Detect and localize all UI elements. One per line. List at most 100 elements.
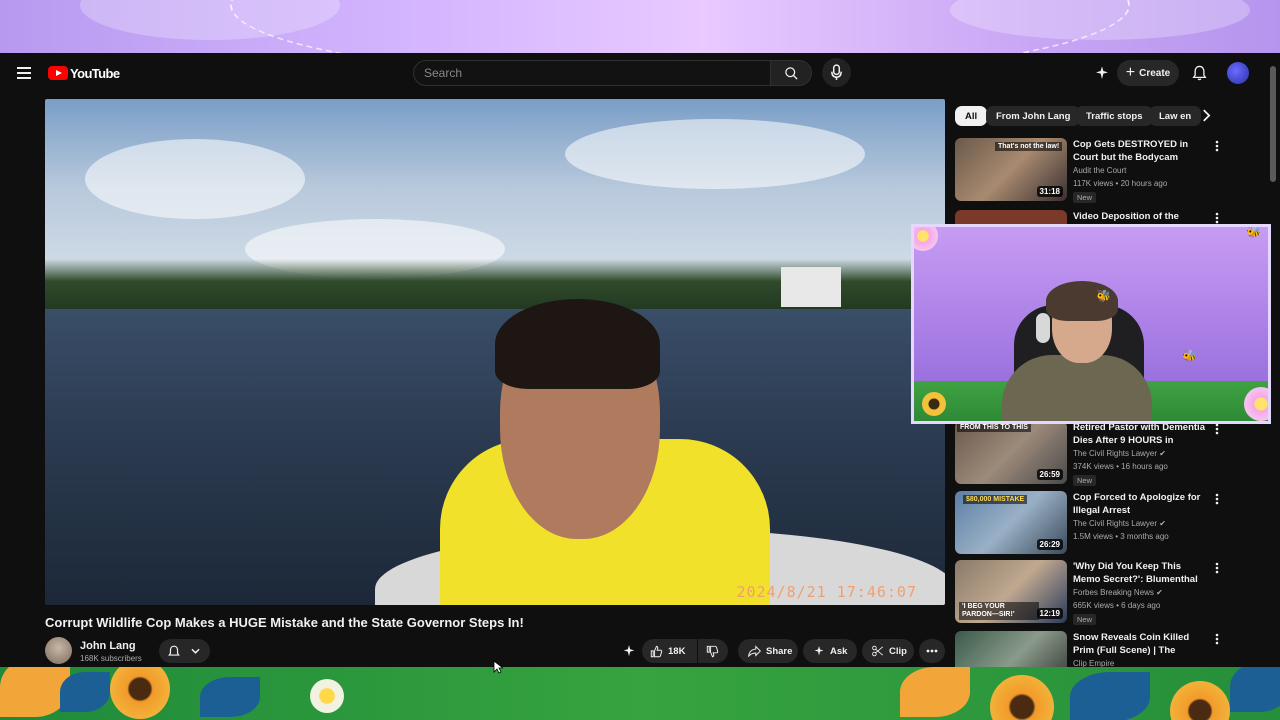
video-duration: 26:59 [1036, 469, 1063, 480]
microphone-icon [831, 64, 842, 80]
chip-all[interactable]: All [955, 106, 988, 126]
masthead: YouTube + Create [0, 53, 1280, 182]
like-count: 18K [668, 645, 686, 657]
video-thumbnail[interactable] [955, 631, 1067, 667]
new-badge: New [1073, 614, 1097, 625]
video-duration: 31:18 [1036, 186, 1063, 197]
scissors-icon [872, 645, 884, 657]
account-avatar[interactable] [1227, 62, 1249, 84]
list-item[interactable]: Video Deposition of the [955, 210, 1255, 224]
flower-decoration [1244, 387, 1268, 421]
channel-name[interactable]: Clip Empire [1073, 659, 1114, 667]
overlay-frame-bottom [0, 667, 1280, 720]
video-title[interactable]: Video Deposition of the [1073, 210, 1208, 223]
video-player[interactable]: 2024/8/21 17:46:07 [45, 99, 945, 605]
video-title: Corrupt Wildlife Cop Makes a HUGE Mistak… [45, 615, 524, 630]
video-thumbnail[interactable]: That's not the law! 31:18 [955, 138, 1067, 201]
search-box [413, 60, 771, 86]
list-item[interactable]: 'I BEG YOUR PARDON—SIR!' 12:19 'Why Did … [955, 560, 1255, 625]
chip-from-channel[interactable]: From John Lang [986, 106, 1081, 126]
chip-law-enforcement[interactable]: Law en [1149, 106, 1202, 126]
more-vertical-icon[interactable] [1215, 423, 1219, 435]
channel-avatar[interactable] [45, 637, 72, 664]
flower-decoration [1170, 681, 1230, 720]
bell-icon [168, 645, 180, 656]
clip-button[interactable]: Clip [862, 639, 914, 663]
leaf-decoration [1070, 672, 1150, 720]
more-vertical-icon[interactable] [1215, 493, 1219, 505]
video-title[interactable]: Retired Pastor with Dementia Dies After … [1073, 421, 1208, 447]
video-thumbnail[interactable] [955, 210, 1067, 224]
menu-icon[interactable] [17, 67, 31, 79]
video-timestamp-overlay: 2024/8/21 17:46:07 [736, 583, 917, 601]
new-badge: New [1073, 192, 1097, 203]
video-thumbnail[interactable]: $80,000 MISTAKE 26:29 [955, 491, 1067, 554]
video-thumbnail[interactable]: 'I BEG YOUR PARDON—SIR!' 12:19 [955, 560, 1067, 623]
youtube-logo[interactable]: YouTube [48, 65, 120, 81]
channel-name[interactable]: Audit the Court [1073, 166, 1126, 175]
channel-name[interactable]: The Civil Rights Lawyer ✔ [1073, 449, 1166, 458]
chevron-right-icon[interactable] [1201, 109, 1213, 122]
bee-icon: 🐝 [1096, 289, 1111, 303]
voice-search-button[interactable] [822, 58, 851, 87]
video-title[interactable]: Snow Reveals Coin Killed Prim (Full Scen… [1073, 631, 1208, 657]
leaf-decoration [60, 672, 110, 712]
streamer-webcam-overlay: 🐝 🐝 🐝 [911, 224, 1271, 424]
verified-icon: ✔ [1159, 449, 1166, 458]
search-input[interactable] [414, 61, 770, 85]
video-title[interactable]: Cop Forced to Apologize for Illegal Arre… [1073, 491, 1208, 517]
channel-name[interactable]: Forbes Breaking News ✔ [1073, 588, 1163, 597]
gemini-sparkle-icon[interactable] [622, 644, 636, 658]
leaf-decoration [1230, 667, 1280, 712]
chip-traffic-stops[interactable]: Traffic stops [1076, 106, 1153, 126]
ask-button[interactable]: Ask [803, 639, 857, 663]
more-vertical-icon[interactable] [1215, 562, 1219, 574]
thumbs-up-icon [650, 645, 663, 657]
list-item[interactable]: $80,000 MISTAKE 26:29 Cop Forced to Apol… [955, 491, 1255, 555]
video-meta: 665K views • 6 days ago [1073, 601, 1161, 610]
clip-label: Clip [889, 645, 907, 657]
verified-icon: ✔ [1156, 588, 1163, 597]
channel-name[interactable]: John Lang [80, 640, 136, 652]
thumbnail-caption: $80,000 MISTAKE [963, 495, 1028, 504]
gemini-sparkle-icon[interactable] [1094, 65, 1110, 81]
webcam-streamer [1002, 355, 1152, 421]
page-scrollbar[interactable] [1270, 66, 1276, 182]
list-item[interactable]: That's not the law! 31:18 Cop Gets DESTR… [955, 138, 1255, 203]
list-item[interactable]: Snow Reveals Coin Killed Prim (Full Scen… [955, 631, 1255, 667]
list-item[interactable]: FROM THIS TO THIS 26:59 Retired Pastor w… [955, 421, 1255, 486]
more-vertical-icon[interactable] [1215, 212, 1219, 224]
video-duration: 12:19 [1036, 608, 1063, 619]
share-label: Share [766, 645, 793, 657]
more-vertical-icon[interactable] [1215, 633, 1219, 645]
ask-label: Ask [830, 645, 848, 657]
subscription-notification-button[interactable] [159, 639, 210, 663]
channel-name-text: The Civil Rights Lawyer [1073, 519, 1158, 528]
flower-decoration [922, 392, 946, 416]
new-badge: New [1073, 475, 1097, 486]
video-thumbnail[interactable]: FROM THIS TO THIS 26:59 [955, 421, 1067, 484]
share-button[interactable]: Share [738, 639, 798, 663]
more-actions-button[interactable] [919, 639, 945, 663]
flower-decoration [914, 227, 938, 251]
flower-decoration [310, 679, 344, 713]
thumbs-down-icon [706, 645, 719, 657]
channel-subscriber-count: 168K subscribers [80, 654, 142, 663]
related-filter-chips: All From John Lang Traffic stops Law en [955, 106, 1215, 126]
notifications-bell-icon[interactable] [1192, 65, 1207, 81]
logo-text: YouTube [70, 65, 120, 81]
video-title[interactable]: 'Why Did You Keep This Memo Secret?': Bl… [1073, 560, 1208, 586]
share-arrow-icon [748, 645, 761, 657]
bee-icon: 🐝 [1182, 349, 1197, 363]
like-button[interactable]: 18K [642, 639, 697, 663]
search-button[interactable] [770, 60, 812, 86]
video-title[interactable]: Cop Gets DESTROYED in Court but the Body… [1073, 138, 1208, 164]
channel-name[interactable]: The Civil Rights Lawyer ✔ [1073, 519, 1166, 528]
flower-decoration [110, 667, 170, 719]
leaf-decoration [900, 667, 970, 717]
create-label: Create [1139, 67, 1171, 79]
create-button[interactable]: + Create [1117, 60, 1179, 86]
more-vertical-icon[interactable] [1215, 140, 1219, 152]
dislike-button[interactable] [698, 639, 728, 663]
sparkle-icon [814, 646, 824, 656]
